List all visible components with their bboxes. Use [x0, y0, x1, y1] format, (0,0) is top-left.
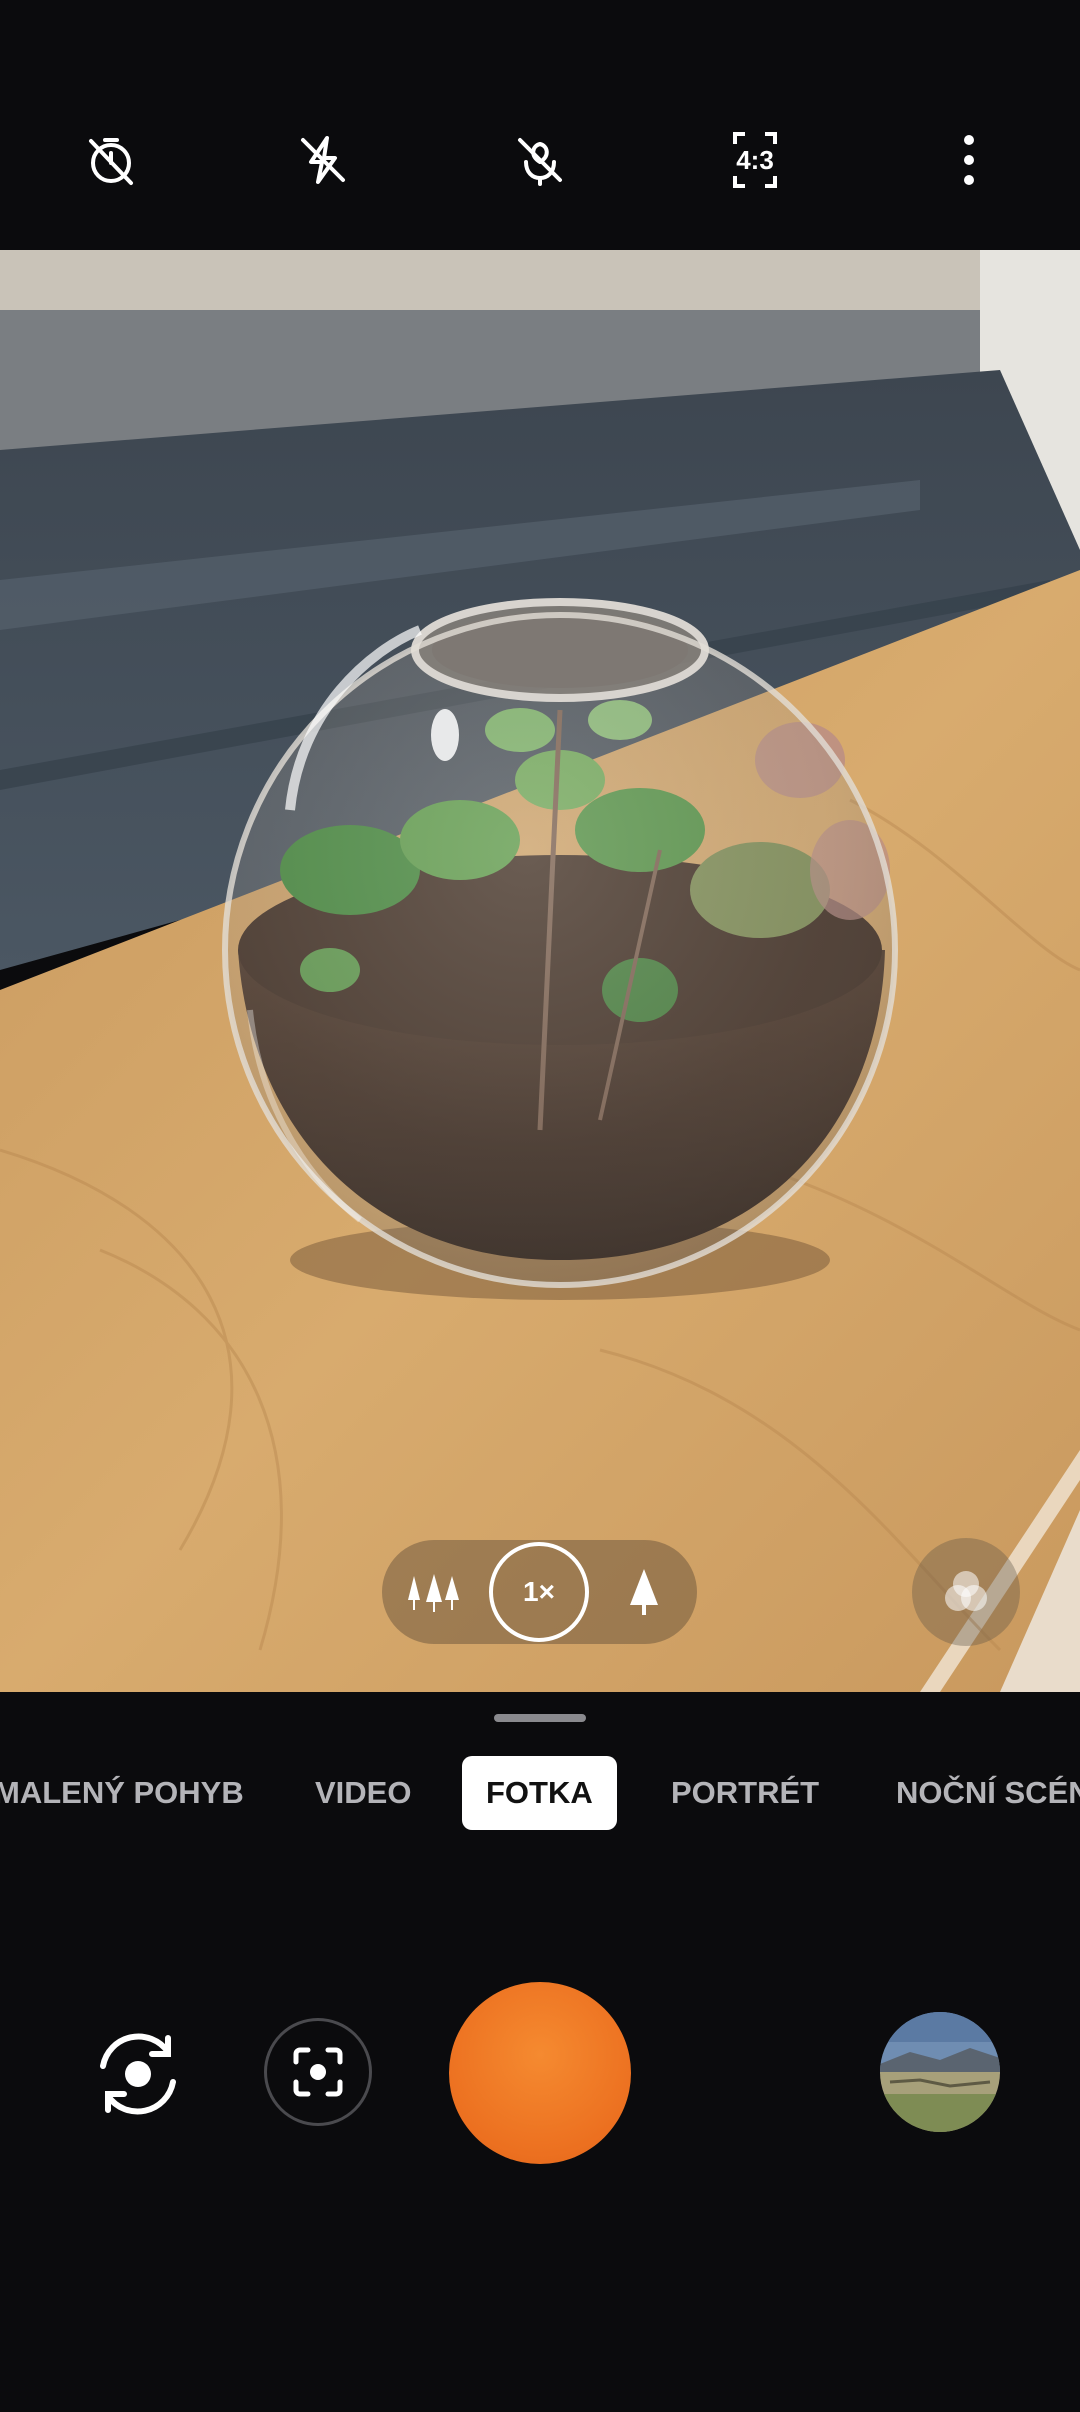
zoom-1x-button[interactable]: 1× [487, 1540, 591, 1644]
mode-video[interactable]: VIDEO [315, 1756, 411, 1830]
gallery-thumbnail[interactable] [880, 2012, 1000, 2132]
flash-off-icon[interactable] [283, 120, 363, 200]
google-lens-icon [293, 2047, 343, 2097]
camera-preview[interactable] [0, 250, 1080, 1692]
tele-zoom-button[interactable] [592, 1540, 696, 1644]
zoom-level-label: 1× [523, 1576, 555, 1607]
filters-icon [945, 1571, 987, 1611]
trees-wide-icon [408, 1574, 459, 1612]
mode-slow-motion[interactable]: MALENÝ POHYB [0, 1756, 244, 1830]
mode-photo[interactable]: FOTKA [462, 1756, 617, 1830]
macro-off-icon[interactable] [500, 120, 580, 200]
wide-zoom-button[interactable] [382, 1540, 486, 1644]
zoom-selector: 1× [382, 1540, 697, 1644]
mode-night[interactable]: NOČNÍ SCÉNA [896, 1756, 1080, 1830]
tree-tele-icon [630, 1569, 658, 1615]
mode-portrait[interactable]: PORTRÉT [671, 1756, 819, 1830]
shutter-button[interactable] [449, 1982, 631, 2164]
aspect-ratio-button[interactable]: 4:3 [715, 120, 795, 200]
more-vertical-icon[interactable] [929, 120, 1009, 200]
switch-camera-icon [100, 2033, 176, 2115]
timer-off-icon[interactable] [71, 120, 151, 200]
switch-camera-button[interactable] [88, 2024, 188, 2124]
google-lens-button[interactable] [264, 2018, 372, 2126]
mode-selector: MALENÝ POHYB VIDEO FOTKA PORTRÉT NOČNÍ S… [0, 1756, 1080, 1830]
top-toolbar: 4:3 [0, 0, 1080, 250]
filters-button[interactable] [912, 1538, 1020, 1646]
aspect-ratio-label: 4:3 [736, 144, 774, 175]
drag-handle[interactable] [494, 1714, 586, 1722]
